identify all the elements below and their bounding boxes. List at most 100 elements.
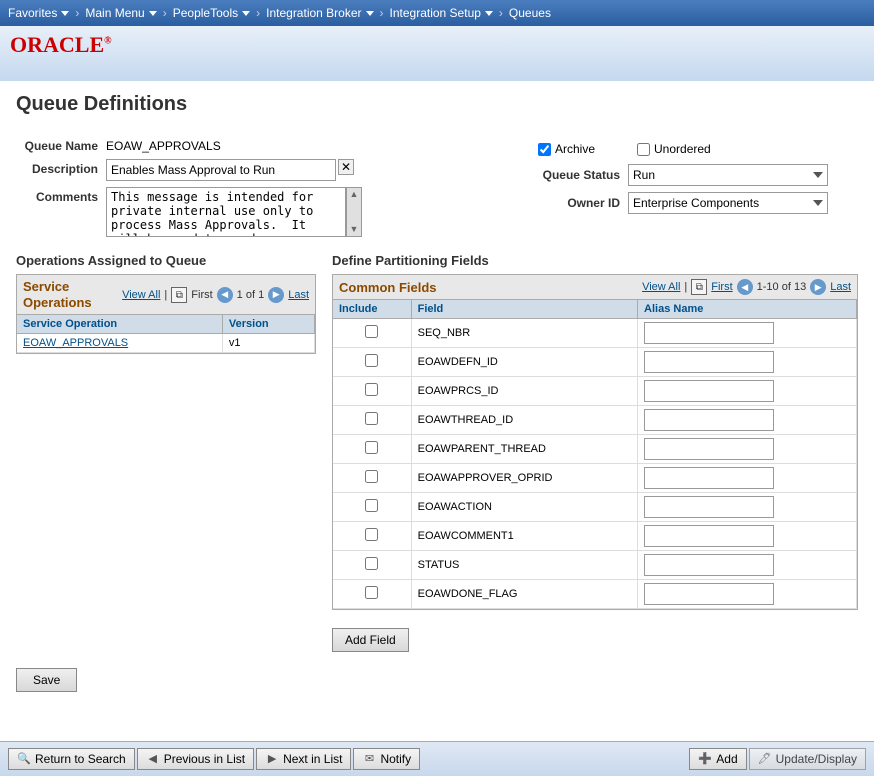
favorites-menu[interactable]: Favorites [8, 6, 69, 20]
part-alias-input[interactable] [644, 554, 774, 576]
part-col-include: Include [333, 300, 411, 319]
part-alias-cell[interactable] [638, 348, 857, 377]
part-first-label[interactable]: First [711, 281, 732, 293]
part-include-checkbox[interactable] [365, 557, 378, 570]
part-include-cell[interactable] [333, 348, 411, 377]
return-to-search-button[interactable]: 🔍 Return to Search [8, 748, 135, 770]
part-include-cell[interactable] [333, 522, 411, 551]
part-next-btn[interactable]: ▶ [810, 279, 826, 295]
part-include-checkbox[interactable] [365, 499, 378, 512]
ops-new-window-icon[interactable]: ⧉ [171, 287, 187, 303]
add-icon: ➕ [698, 752, 712, 766]
part-last-label[interactable]: Last [830, 281, 851, 293]
ops-prev-btn[interactable]: ◀ [217, 287, 233, 303]
part-table-row: SEQ_NBR [333, 319, 857, 348]
clear-description-icon[interactable]: ✕ [338, 159, 354, 175]
part-prev-btn[interactable]: ◀ [737, 279, 753, 295]
part-new-window-icon[interactable]: ⧉ [691, 279, 707, 295]
unordered-checkbox[interactable] [637, 143, 650, 156]
queue-status-select[interactable]: Run Pause Stop [628, 164, 828, 186]
part-include-cell[interactable] [333, 493, 411, 522]
part-table-row: EOAWCOMMENT1 [333, 522, 857, 551]
add-field-button[interactable]: Add Field [332, 628, 409, 652]
next-in-list-button[interactable]: ▶ Next in List [256, 748, 351, 770]
part-include-checkbox[interactable] [365, 325, 378, 338]
part-include-cell[interactable] [333, 551, 411, 580]
upper-section: Queue Name EOAW_APPROVALS Description ✕ … [16, 136, 858, 243]
favorites-arrow-icon [61, 11, 69, 16]
part-alias-cell[interactable] [638, 319, 857, 348]
part-alias-cell[interactable] [638, 580, 857, 609]
main-menu[interactable]: Main Menu [85, 6, 156, 20]
comments-row: Comments This message is intended for pr… [16, 187, 518, 237]
comments-scrollbar[interactable]: ▲ ▼ [346, 187, 362, 237]
part-section-header: Define Partitioning Fields [332, 253, 858, 268]
bottom-right-buttons: ➕ Add 🖊 Update/Display [689, 748, 866, 770]
part-alias-input[interactable] [644, 351, 774, 373]
part-alias-cell[interactable] [638, 551, 857, 580]
queue-status-label: Queue Status [538, 168, 628, 182]
description-input[interactable] [106, 159, 336, 181]
queue-status-row: Queue Status Run Pause Stop [538, 164, 858, 186]
part-alias-input[interactable] [644, 438, 774, 460]
part-alias-input[interactable] [644, 409, 774, 431]
part-alias-cell[interactable] [638, 522, 857, 551]
previous-in-list-button[interactable]: ◀ Previous in List [137, 748, 254, 770]
description-row: Description ✕ [16, 159, 518, 181]
part-alias-input[interactable] [644, 525, 774, 547]
peopletools-menu[interactable]: PeopleTools [173, 6, 250, 20]
part-field-cell: EOAWPARENT_THREAD [411, 435, 637, 464]
owner-id-select[interactable]: Enterprise Components PeopleTools Custom [628, 192, 828, 214]
part-alias-input[interactable] [644, 380, 774, 402]
part-alias-cell[interactable] [638, 435, 857, 464]
part-include-checkbox[interactable] [365, 354, 378, 367]
part-include-checkbox[interactable] [365, 586, 378, 599]
page-title: Queue Definitions [16, 93, 858, 120]
part-include-cell[interactable] [333, 319, 411, 348]
notify-button[interactable]: ✉ Notify [353, 748, 420, 770]
integration-broker-menu[interactable]: Integration Broker [266, 6, 373, 20]
part-alias-cell[interactable] [638, 406, 857, 435]
integration-setup-menu[interactable]: Integration Setup [390, 6, 493, 20]
ops-next-btn[interactable]: ▶ [268, 287, 284, 303]
main-menu-arrow-icon [149, 11, 157, 16]
queue-name-label: Queue Name [16, 136, 106, 153]
part-alias-cell[interactable] [638, 377, 857, 406]
part-alias-input[interactable] [644, 322, 774, 344]
part-alias-cell[interactable] [638, 464, 857, 493]
part-include-checkbox[interactable] [365, 383, 378, 396]
part-table-row: EOAWDEFN_ID [333, 348, 857, 377]
part-alias-input[interactable] [644, 583, 774, 605]
ops-col-version: Version [222, 315, 314, 334]
ops-page-info: 1 of 1 [237, 289, 265, 301]
ops-view-all-link[interactable]: View All [122, 289, 160, 301]
save-button[interactable]: Save [16, 668, 77, 692]
part-include-checkbox[interactable] [365, 528, 378, 541]
part-alias-input[interactable] [644, 467, 774, 489]
part-include-cell[interactable] [333, 406, 411, 435]
bottom-toolbar: 🔍 Return to Search ◀ Previous in List ▶ … [0, 741, 874, 776]
notify-icon: ✉ [362, 752, 376, 766]
part-include-checkbox[interactable] [365, 412, 378, 425]
part-table-row: EOAWTHREAD_ID [333, 406, 857, 435]
ops-table: Service Operation Version EOAW_APPROVALS… [17, 315, 315, 353]
ops-service-op-cell[interactable]: EOAW_APPROVALS [17, 334, 222, 353]
part-include-cell[interactable] [333, 580, 411, 609]
part-alias-input[interactable] [644, 496, 774, 518]
part-include-cell[interactable] [333, 377, 411, 406]
part-include-cell[interactable] [333, 464, 411, 493]
archive-checkbox[interactable] [538, 143, 551, 156]
comments-label: Comments [16, 187, 106, 204]
part-include-checkbox[interactable] [365, 470, 378, 483]
part-include-cell[interactable] [333, 435, 411, 464]
add-button[interactable]: ➕ Add [689, 748, 746, 770]
update-display-button[interactable]: 🖊 Update/Display [749, 748, 866, 770]
part-include-checkbox[interactable] [365, 441, 378, 454]
left-form-section: Queue Name EOAW_APPROVALS Description ✕ … [16, 136, 518, 243]
return-icon: 🔍 [17, 752, 31, 766]
part-field-cell: EOAWACTION [411, 493, 637, 522]
part-alias-cell[interactable] [638, 493, 857, 522]
ops-last-label[interactable]: Last [288, 289, 309, 301]
comments-textarea[interactable]: This message is intended for private int… [106, 187, 346, 237]
part-view-all-link[interactable]: View All [642, 281, 680, 293]
